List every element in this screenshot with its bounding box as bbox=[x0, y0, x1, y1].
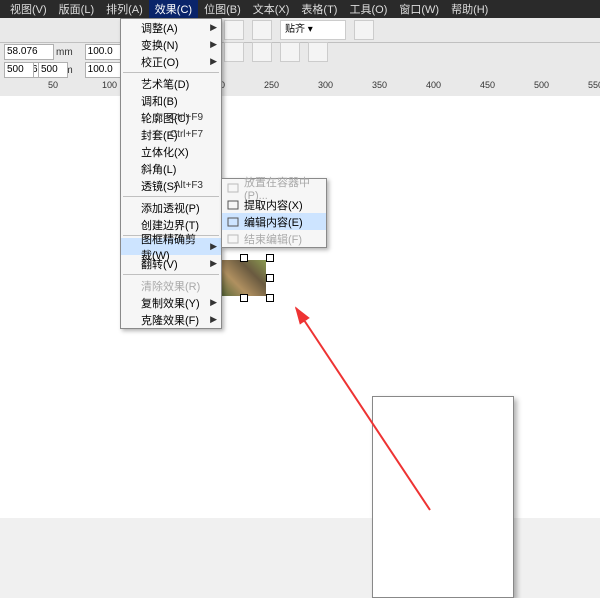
menu-layout[interactable]: 版面(L) bbox=[53, 0, 100, 18]
tool-btn-2[interactable] bbox=[252, 20, 272, 40]
menu-effects[interactable]: 效果(C) bbox=[149, 0, 198, 18]
powerclip-item-3: 结束编辑(F) bbox=[222, 230, 326, 247]
canvas-workspace[interactable] bbox=[0, 96, 600, 518]
effects-item-0[interactable]: 调整(A)▶ bbox=[121, 19, 221, 36]
menu-window[interactable]: 窗口(W) bbox=[393, 0, 445, 18]
pos-x-input[interactable]: 58.076 bbox=[4, 44, 54, 60]
rot-1-input[interactable]: 500 bbox=[4, 62, 34, 78]
ruler-tick: 350 bbox=[372, 80, 387, 90]
effects-item-18: 清除效果(R) bbox=[121, 277, 221, 294]
menu-tools[interactable]: 工具(O) bbox=[343, 0, 393, 18]
handle-se[interactable] bbox=[266, 294, 274, 302]
handle-e[interactable] bbox=[266, 274, 274, 282]
submenu-arrow-icon: ▶ bbox=[210, 39, 217, 50]
effects-dropdown: 调整(A)▶变换(N)▶校正(O)▶ 艺术笔(D)调和(B)轮廓图(C)Ctrl+… bbox=[120, 18, 222, 329]
ruler-tick: 550 bbox=[588, 80, 600, 90]
scale-y-input[interactable]: 100.0 bbox=[85, 62, 121, 78]
menu-item-icon bbox=[226, 181, 240, 195]
powerclip-item-2[interactable]: 编辑内容(E) bbox=[222, 213, 326, 230]
effects-item-4[interactable]: 艺术笔(D) bbox=[121, 75, 221, 92]
submenu-arrow-icon: ▶ bbox=[210, 56, 217, 67]
effects-item-8[interactable]: 立体化(X) bbox=[121, 143, 221, 160]
effects-item-7[interactable]: 封套(E)Ctrl+F7 bbox=[121, 126, 221, 143]
document-page[interactable] bbox=[372, 396, 514, 598]
effects-item-5[interactable]: 调和(B) bbox=[121, 92, 221, 109]
ruler-tick: 100 bbox=[102, 80, 117, 90]
submenu-arrow-icon: ▶ bbox=[210, 258, 217, 269]
menu-help[interactable]: 帮助(H) bbox=[445, 0, 494, 18]
ruler-tick: 400 bbox=[426, 80, 441, 90]
handle-n[interactable] bbox=[240, 254, 248, 262]
ruler-tick: 250 bbox=[264, 80, 279, 90]
menu-table[interactable]: 表格(T) bbox=[295, 0, 343, 18]
powerclip-submenu: 放置在容器中(P)...提取内容(X)编辑内容(E)结束编辑(F) bbox=[221, 178, 327, 248]
menu-arrange[interactable]: 排列(A) bbox=[100, 0, 149, 18]
effects-item-12[interactable]: 添加透视(P) bbox=[121, 199, 221, 216]
effects-item-20[interactable]: 克隆效果(F)▶ bbox=[121, 311, 221, 328]
ruler-tick: 300 bbox=[318, 80, 333, 90]
unit-label: mm bbox=[56, 47, 73, 58]
handle-s[interactable] bbox=[240, 294, 248, 302]
menu-text[interactable]: 文本(X) bbox=[247, 0, 296, 18]
effects-item-6[interactable]: 轮廓图(C)Ctrl+F9 bbox=[121, 109, 221, 126]
prop-btn-1[interactable] bbox=[224, 42, 244, 62]
scale-x-input[interactable]: 100.0 bbox=[85, 44, 121, 60]
snap-dropdown[interactable]: 贴齐 ▾ bbox=[280, 20, 346, 40]
horizontal-ruler: 50 100 150 200 250 300 350 400 450 500 5… bbox=[0, 78, 600, 97]
effects-item-1[interactable]: 变换(N)▶ bbox=[121, 36, 221, 53]
menu-bitmap[interactable]: 位图(B) bbox=[198, 0, 247, 18]
ruler-tick: 50 bbox=[48, 80, 58, 90]
effects-item-16[interactable]: 翻转(V)▶ bbox=[121, 255, 221, 272]
menu-item-icon bbox=[226, 198, 240, 212]
effects-item-9[interactable]: 斜角(L) bbox=[121, 160, 221, 177]
standard-toolbar: 贴齐 ▾ bbox=[0, 18, 600, 43]
powerclip-item-0: 放置在容器中(P)... bbox=[222, 179, 326, 196]
submenu-arrow-icon: ▶ bbox=[210, 314, 217, 325]
tool-btn-3[interactable] bbox=[354, 20, 374, 40]
effects-item-15[interactable]: 图框精确剪裁(W)▶ bbox=[121, 238, 221, 255]
prop-btn-2[interactable] bbox=[252, 42, 272, 62]
effects-item-10[interactable]: 透镜(S)Alt+F3 bbox=[121, 177, 221, 194]
effects-item-2[interactable]: 校正(O)▶ bbox=[121, 53, 221, 70]
ruler-tick: 500 bbox=[534, 80, 549, 90]
rot-2-input[interactable]: 500 bbox=[38, 62, 68, 78]
menu-item-icon bbox=[226, 215, 240, 229]
tool-btn-1[interactable] bbox=[224, 20, 244, 40]
submenu-arrow-icon: ▶ bbox=[210, 22, 217, 33]
prop-btn-3[interactable] bbox=[280, 42, 300, 62]
menu-item-icon bbox=[226, 232, 240, 246]
handle-ne[interactable] bbox=[266, 254, 274, 262]
menu-view[interactable]: 视图(V) bbox=[4, 0, 53, 18]
submenu-arrow-icon: ▶ bbox=[210, 241, 217, 252]
selected-bitmap[interactable]: × bbox=[216, 256, 272, 300]
prop-btn-4[interactable] bbox=[308, 42, 328, 62]
ruler-tick: 450 bbox=[480, 80, 495, 90]
powerclip-item-1[interactable]: 提取内容(X) bbox=[222, 196, 326, 213]
submenu-arrow-icon: ▶ bbox=[210, 297, 217, 308]
property-bar: 58.076 mm 58.076 mm 100.0 % 100.0 % bbox=[0, 43, 600, 80]
menubar: 视图(V) 版面(L) 排列(A) 效果(C) 位图(B) 文本(X) 表格(T… bbox=[0, 0, 600, 18]
effects-item-19[interactable]: 复制效果(Y)▶ bbox=[121, 294, 221, 311]
bitmap-thumbnail bbox=[222, 260, 266, 296]
